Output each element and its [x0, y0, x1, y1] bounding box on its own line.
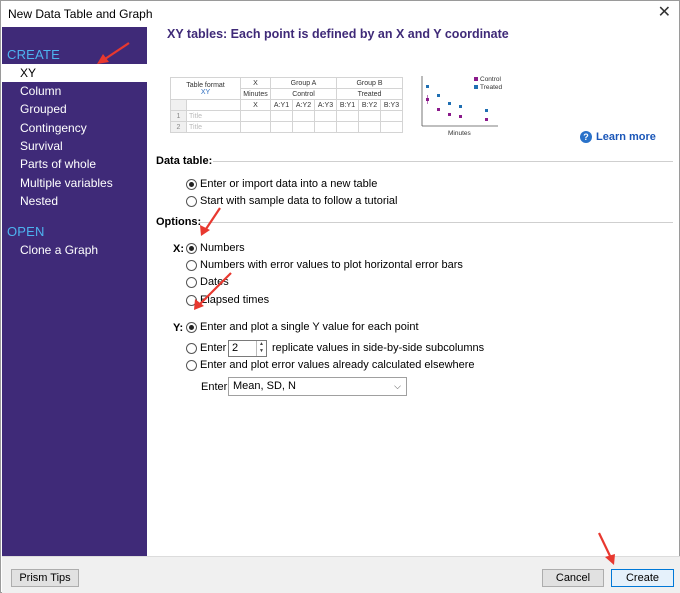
enter-label: Enter:: [201, 381, 231, 393]
radio-label: Enter and plot error values already calc…: [200, 359, 475, 371]
subcolumn-header: B:Y3: [380, 99, 403, 111]
radio-y-error[interactable]: Enter and plot error values already calc…: [186, 359, 475, 371]
radio-label: Elapsed times: [200, 294, 270, 306]
divider: [213, 161, 673, 162]
sidebar-create-header: CREATE: [7, 47, 60, 62]
row-title: Title: [186, 110, 241, 122]
radio-label: Enter and plot a single Y value for each…: [200, 321, 419, 333]
control-series: [426, 95, 488, 121]
learn-more-label: Learn more: [596, 131, 656, 143]
subcolumn-header: X: [240, 99, 271, 111]
sidebar-item-parts-of-whole[interactable]: Parts of whole: [2, 155, 147, 173]
sidebar-item-column[interactable]: Column: [2, 82, 147, 100]
prism-tips-button[interactable]: Prism Tips: [11, 569, 79, 587]
corner-cell: [170, 99, 187, 111]
sidebar-item-multiple-variables[interactable]: Multiple variables: [2, 174, 147, 192]
group-a-title: Control: [270, 88, 337, 100]
table-format-label: Table format: [186, 81, 225, 89]
group-a-header: Group A: [270, 77, 337, 89]
radio-button[interactable]: [186, 242, 197, 254]
select-value: Mean, SD, N: [233, 380, 296, 392]
table-format-cell: Table format XY: [170, 77, 241, 100]
radio-label: Numbers: [200, 242, 245, 254]
radio-label: Enter or import data into a new table: [200, 178, 378, 190]
subcolumn-header: A:Y1: [270, 99, 293, 111]
x-title: Minutes: [240, 88, 271, 100]
blank-cell: [186, 99, 241, 111]
radio-x-elapsed[interactable]: Elapsed times: [186, 294, 269, 306]
error-format-select[interactable]: Mean, SD, N ⌵: [228, 377, 407, 396]
window-title: New Data Table and Graph: [8, 7, 153, 21]
legend-label-control: Control: [480, 76, 502, 83]
x-header: X: [240, 77, 271, 89]
table-format-value: XY: [200, 88, 211, 96]
replicates-value: 2: [232, 342, 239, 354]
x-options-label: X:: [173, 243, 184, 255]
radio-button[interactable]: [186, 178, 197, 190]
title-bar: New Data Table and Graph ✕: [1, 1, 679, 27]
sidebar-item-contingency[interactable]: Contingency: [2, 119, 147, 137]
preview-table: Table format XY X Group A Group B Minute…: [170, 77, 403, 133]
sidebar-item-clone-graph[interactable]: Clone a Graph: [2, 241, 147, 259]
radio-button[interactable]: [186, 294, 197, 306]
options-label: Options:: [156, 216, 202, 228]
subcolumn-header: A:Y3: [314, 99, 337, 111]
sidebar: CREATE XY Column Grouped Contingency Sur…: [2, 27, 147, 556]
subcolumn-header: B:Y1: [336, 99, 359, 111]
sidebar-item-xy[interactable]: XY: [2, 64, 147, 82]
radio-x-numbers-error[interactable]: Numbers with error values to plot horizo…: [186, 259, 463, 271]
row-title: Title: [186, 121, 241, 133]
replicates-stepper[interactable]: 2 ▲ ▼: [228, 340, 267, 357]
radio-button[interactable]: [186, 259, 197, 271]
radio-enter-import[interactable]: Enter or import data into a new table: [186, 178, 377, 190]
radio-button[interactable]: [186, 359, 197, 371]
sidebar-open-header: OPEN: [7, 224, 45, 239]
radio-label: Dates: [200, 276, 229, 288]
footer-bar: Prism Tips Cancel Create: [2, 556, 680, 593]
row-number: 2: [170, 121, 187, 133]
divider: [199, 222, 673, 223]
chevron-down-icon: ⌵: [394, 381, 401, 391]
data-table-label: Data table:: [156, 155, 213, 167]
replicates-suffix: replicate values in side-by-side subcolu…: [272, 342, 484, 354]
radio-sample-data[interactable]: Start with sample data to follow a tutor…: [186, 195, 397, 207]
legend-swatch-treated: [474, 85, 478, 89]
stepper-down-icon[interactable]: ▼: [257, 348, 266, 355]
help-icon: ?: [580, 131, 592, 143]
group-b-header: Group B: [336, 77, 403, 89]
cancel-button[interactable]: Cancel: [542, 569, 604, 587]
y-options-label: Y:: [173, 322, 184, 334]
sidebar-item-survival[interactable]: Survival: [2, 137, 147, 155]
radio-label: Numbers with error values to plot horizo…: [200, 259, 463, 271]
page-title: XY tables: Each point is defined by an X…: [167, 27, 509, 41]
create-button[interactable]: Create: [611, 569, 674, 587]
radio-button[interactable]: [186, 342, 197, 354]
learn-more-link[interactable]: ? Learn more: [580, 131, 656, 143]
chart-x-label: Minutes: [448, 130, 472, 137]
subcolumn-header: A:Y2: [292, 99, 315, 111]
legend-label-treated: Treated: [480, 84, 503, 91]
preview-chart: Control Treated Minutes: [421, 76, 503, 137]
radio-button[interactable]: [186, 276, 197, 288]
group-b-title: Treated: [336, 88, 403, 100]
close-icon[interactable]: ✕: [658, 3, 671, 23]
radio-y-single[interactable]: Enter and plot a single Y value for each…: [186, 321, 419, 333]
dialog-window: New Data Table and Graph ✕ CREATE XY Col…: [0, 0, 680, 593]
radio-x-dates[interactable]: Dates: [186, 276, 229, 288]
radio-y-replicates[interactable]: Enter: [186, 342, 226, 354]
treated-series: [426, 85, 488, 112]
stepper-buttons[interactable]: ▲ ▼: [256, 341, 266, 356]
stepper-up-icon[interactable]: ▲: [257, 341, 266, 348]
legend-swatch-control: [474, 77, 478, 81]
sidebar-item-nested[interactable]: Nested: [2, 192, 147, 210]
radio-label: Enter: [200, 342, 227, 354]
radio-button[interactable]: [186, 321, 197, 333]
replicates-suffix-label: replicate values in side-by-side subcolu…: [272, 342, 485, 354]
radio-x-numbers[interactable]: Numbers: [186, 242, 245, 254]
row-number: 1: [170, 110, 187, 122]
radio-button[interactable]: [186, 195, 197, 207]
radio-label: Start with sample data to follow a tutor…: [200, 195, 398, 207]
subcolumn-header: B:Y2: [358, 99, 381, 111]
sidebar-item-grouped[interactable]: Grouped: [2, 100, 147, 118]
